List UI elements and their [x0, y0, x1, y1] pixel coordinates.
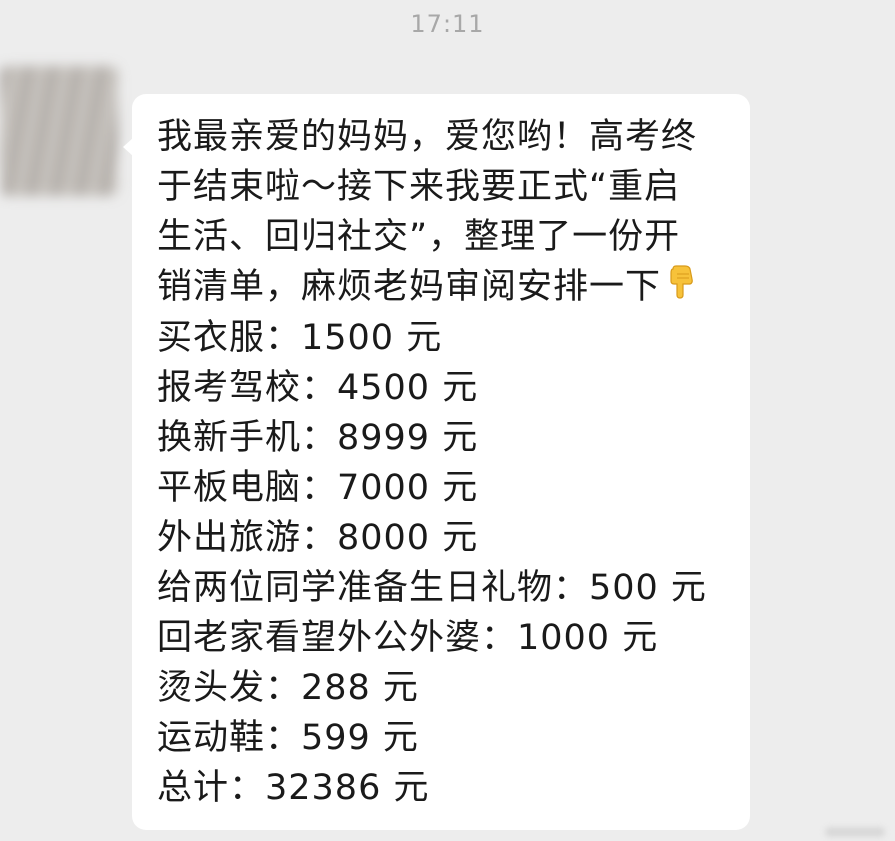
sender-avatar[interactable]	[0, 66, 118, 196]
intro-line: 于结束啦～接下来我要正式“重启	[157, 167, 681, 207]
expense-total: 总计：32386 元	[157, 768, 430, 808]
intro-line: 销清单，麻烦老妈审阅安排一下	[157, 262, 728, 313]
chat-screen: { "header": { "timestamp": "17:11" }, "m…	[0, 0, 895, 841]
bubble-tail	[123, 138, 133, 156]
expense-list: 买衣服：1500 元 报考驾校：4500 元 换新手机：8999 元 平板电脑：…	[157, 313, 728, 813]
expense-item: 烫头发：288 元	[157, 668, 419, 708]
expense-item: 买衣服：1500 元	[157, 318, 443, 358]
expense-item: 外出旅游：8000 元	[157, 518, 479, 558]
expense-item: 换新手机：8999 元	[157, 418, 479, 458]
intro-line: 我最亲爱的妈妈，爱您哟！高考终	[157, 117, 698, 157]
watermark-smudge	[825, 827, 885, 837]
message-bubble[interactable]: 我最亲爱的妈妈，爱您哟！高考终 于结束啦～接下来我要正式“重启 生活、回归社交”…	[123, 94, 750, 830]
intro-line: 生活、回归社交”，整理了一份开	[157, 217, 681, 257]
expense-item: 报考驾校：4500 元	[157, 368, 479, 408]
expense-item: 运动鞋：599 元	[157, 718, 419, 758]
pointing-down-hand-icon	[667, 263, 695, 313]
expense-item: 回老家看望外公外婆：1000 元	[157, 618, 659, 658]
expense-item: 平板电脑：7000 元	[157, 468, 479, 508]
message-intro: 我最亲爱的妈妈，爱您哟！高考终 于结束啦～接下来我要正式“重启 生活、回归社交”…	[157, 112, 728, 313]
intro-line-text: 销清单，麻烦老妈审阅安排一下	[157, 267, 662, 307]
message-timestamp: 17:11	[410, 10, 485, 38]
expense-item: 给两位同学准备生日礼物：500 元	[157, 568, 707, 608]
